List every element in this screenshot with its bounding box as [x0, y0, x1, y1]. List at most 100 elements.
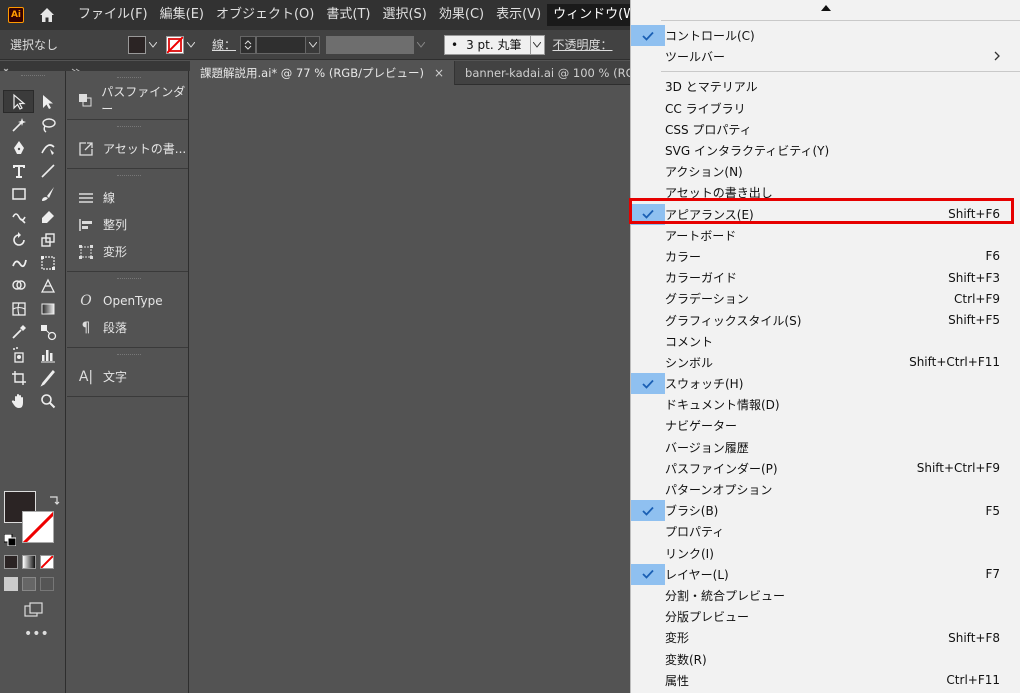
brush-dropdown-icon[interactable]	[530, 34, 545, 55]
gradient-mode-icon[interactable]	[22, 555, 36, 569]
brush-definition-select[interactable]: • 3 pt. 丸筆	[444, 34, 531, 55]
blend-tool-icon[interactable]	[33, 321, 62, 342]
perspective-grid-tool-icon[interactable]	[33, 275, 62, 296]
shape-builder-tool-icon[interactable]	[4, 275, 33, 296]
opacity-label[interactable]: 不透明度：	[553, 36, 613, 53]
canvas-area[interactable]	[190, 85, 630, 693]
menu-item-1-25[interactable]: 分版プレビュー	[631, 606, 1020, 627]
dock-item-paragraph[interactable]: ¶ 段落	[77, 314, 188, 341]
menu-view[interactable]: 表示(V)	[490, 4, 547, 26]
menu-item-0-1[interactable]: ツールバー	[631, 46, 1020, 67]
dock-item-transform[interactable]: 変形	[77, 238, 188, 265]
menu-item-1-26[interactable]: 変形 Shift+F8	[631, 627, 1020, 648]
free-transform-tool-icon[interactable]	[33, 252, 62, 273]
zoom-tool-icon[interactable]	[33, 390, 62, 411]
menu-item-1-10[interactable]: グラデーション Ctrl+F9	[631, 288, 1020, 309]
menu-item-1-27[interactable]: 変数(R)	[631, 648, 1020, 669]
column-graph-tool-icon[interactable]	[33, 344, 62, 365]
more-tools-icon[interactable]: •••	[24, 627, 49, 641]
warp-tool-icon[interactable]	[4, 252, 33, 273]
dock-item-stroke[interactable]: 線	[77, 184, 188, 211]
stroke-label[interactable]: 線：	[212, 36, 236, 53]
profile-dropdown-icon[interactable]	[414, 36, 428, 54]
dock-item-asset-export[interactable]: アセットの書...	[77, 135, 188, 162]
lasso-tool-icon[interactable]	[33, 114, 62, 135]
menu-item-1-4[interactable]: アクション(N)	[631, 161, 1020, 182]
artboard-tool-icon[interactable]	[4, 367, 33, 388]
swap-fill-stroke-icon[interactable]	[48, 491, 60, 505]
menu-type[interactable]: 書式(T)	[320, 4, 376, 26]
menu-item-1-1[interactable]: CC ライブラリ	[631, 98, 1020, 119]
eyedropper-tool-icon[interactable]	[4, 321, 33, 342]
paintbrush-tool-icon[interactable]	[33, 183, 62, 204]
shaper-tool-icon[interactable]	[4, 206, 33, 227]
menu-item-1-22[interactable]: リンク(I)	[631, 543, 1020, 564]
menu-item-1-28[interactable]: 属性 Ctrl+F11	[631, 670, 1020, 691]
menu-item-1-7[interactable]: アートボード	[631, 225, 1020, 246]
home-icon[interactable]	[36, 4, 58, 26]
fill-dropdown-icon[interactable]	[146, 36, 160, 54]
menu-edit[interactable]: 編集(E)	[154, 4, 210, 26]
stroke-weight-spinner-icon[interactable]	[240, 35, 257, 54]
hand-tool-icon[interactable]	[4, 390, 33, 411]
stroke-color-box[interactable]	[22, 511, 54, 543]
gradient-tool-icon[interactable]	[33, 298, 62, 319]
menu-item-1-14[interactable]: スウォッチ(H)	[631, 373, 1020, 395]
menu-object[interactable]: オブジェクト(O)	[210, 4, 320, 26]
menu-item-1-13[interactable]: シンボル Shift+Ctrl+F11	[631, 352, 1020, 373]
menu-file[interactable]: ファイル(F)	[72, 4, 154, 26]
stroke-weight-dropdown-icon[interactable]	[306, 35, 321, 54]
menu-select[interactable]: 選択(S)	[376, 4, 432, 26]
menu-item-1-11[interactable]: グラフィックスタイル(S) Shift+F5	[631, 309, 1020, 330]
slice-tool-icon[interactable]	[33, 367, 62, 388]
scale-tool-icon[interactable]	[33, 229, 62, 250]
draw-normal-icon[interactable]	[4, 577, 18, 591]
dock-item-opentype[interactable]: O OpenType	[77, 287, 188, 314]
screen-mode-icon[interactable]	[24, 601, 44, 619]
menu-item-1-23[interactable]: レイヤー(L) F7	[631, 563, 1020, 585]
draw-inside-icon[interactable]	[40, 577, 54, 591]
menu-item-1-24[interactable]: 分割・統合プレビュー	[631, 585, 1020, 606]
magic-wand-tool-icon[interactable]	[4, 114, 33, 135]
menu-item-1-8[interactable]: カラー F6	[631, 246, 1020, 267]
menu-item-1-16[interactable]: ナビゲーター	[631, 415, 1020, 436]
curvature-tool-icon[interactable]	[33, 137, 62, 158]
menu-item-1-17[interactable]: バージョン履歴	[631, 437, 1020, 458]
panel-grip[interactable]	[117, 126, 141, 129]
eraser-tool-icon[interactable]	[33, 206, 62, 227]
dock-item-align[interactable]: 整列	[77, 211, 188, 238]
menu-item-1-19[interactable]: パターンオプション	[631, 479, 1020, 500]
stroke-weight-input[interactable]	[256, 35, 307, 54]
menu-item-1-12[interactable]: コメント	[631, 331, 1020, 352]
stroke-swatch[interactable]	[166, 35, 184, 54]
color-mode-icon[interactable]	[4, 555, 18, 569]
selection-tool-icon[interactable]	[3, 90, 34, 113]
menu-item-1-2[interactable]: CSS プロパティ	[631, 119, 1020, 140]
direct-selection-tool-icon[interactable]	[33, 91, 62, 112]
default-fill-stroke-icon[interactable]	[3, 531, 17, 547]
menu-item-1-20[interactable]: ブラシ(B) F5	[631, 500, 1020, 522]
none-mode-icon[interactable]	[40, 555, 54, 569]
panel-grip[interactable]	[117, 77, 141, 80]
menu-item-1-9[interactable]: カラーガイド Shift+F3	[631, 267, 1020, 288]
dock-item-pathfinder[interactable]: パスファインダー	[77, 85, 188, 116]
stroke-dropdown-icon[interactable]	[184, 36, 198, 54]
scroll-up-arrow-icon[interactable]	[631, 0, 1020, 16]
tab-document-1[interactable]: 課題解説用.ai* @ 77 % (RGB/プレビュー) ×	[190, 60, 456, 85]
menu-item-1-3[interactable]: SVG インタラクティビティ(Y)	[631, 140, 1020, 161]
symbol-sprayer-tool-icon[interactable]	[4, 344, 33, 365]
menu-item-1-15[interactable]: ドキュメント情報(D)	[631, 394, 1020, 415]
draw-behind-icon[interactable]	[22, 577, 36, 591]
panel-grip[interactable]	[117, 278, 141, 281]
rectangle-tool-icon[interactable]	[4, 183, 33, 204]
tools-grip[interactable]	[20, 75, 45, 78]
mesh-tool-icon[interactable]	[4, 298, 33, 319]
pen-tool-icon[interactable]	[4, 137, 33, 158]
type-tool-icon[interactable]	[4, 160, 33, 181]
panel-grip[interactable]	[117, 354, 141, 357]
menu-item-1-0[interactable]: 3D とマテリアル	[631, 76, 1020, 97]
menu-effect[interactable]: 効果(C)	[433, 4, 490, 26]
fill-swatch[interactable]	[128, 35, 146, 54]
menu-item-1-21[interactable]: プロパティ	[631, 521, 1020, 542]
menu-item-1-18[interactable]: パスファインダー(P) Shift+Ctrl+F9	[631, 458, 1020, 479]
